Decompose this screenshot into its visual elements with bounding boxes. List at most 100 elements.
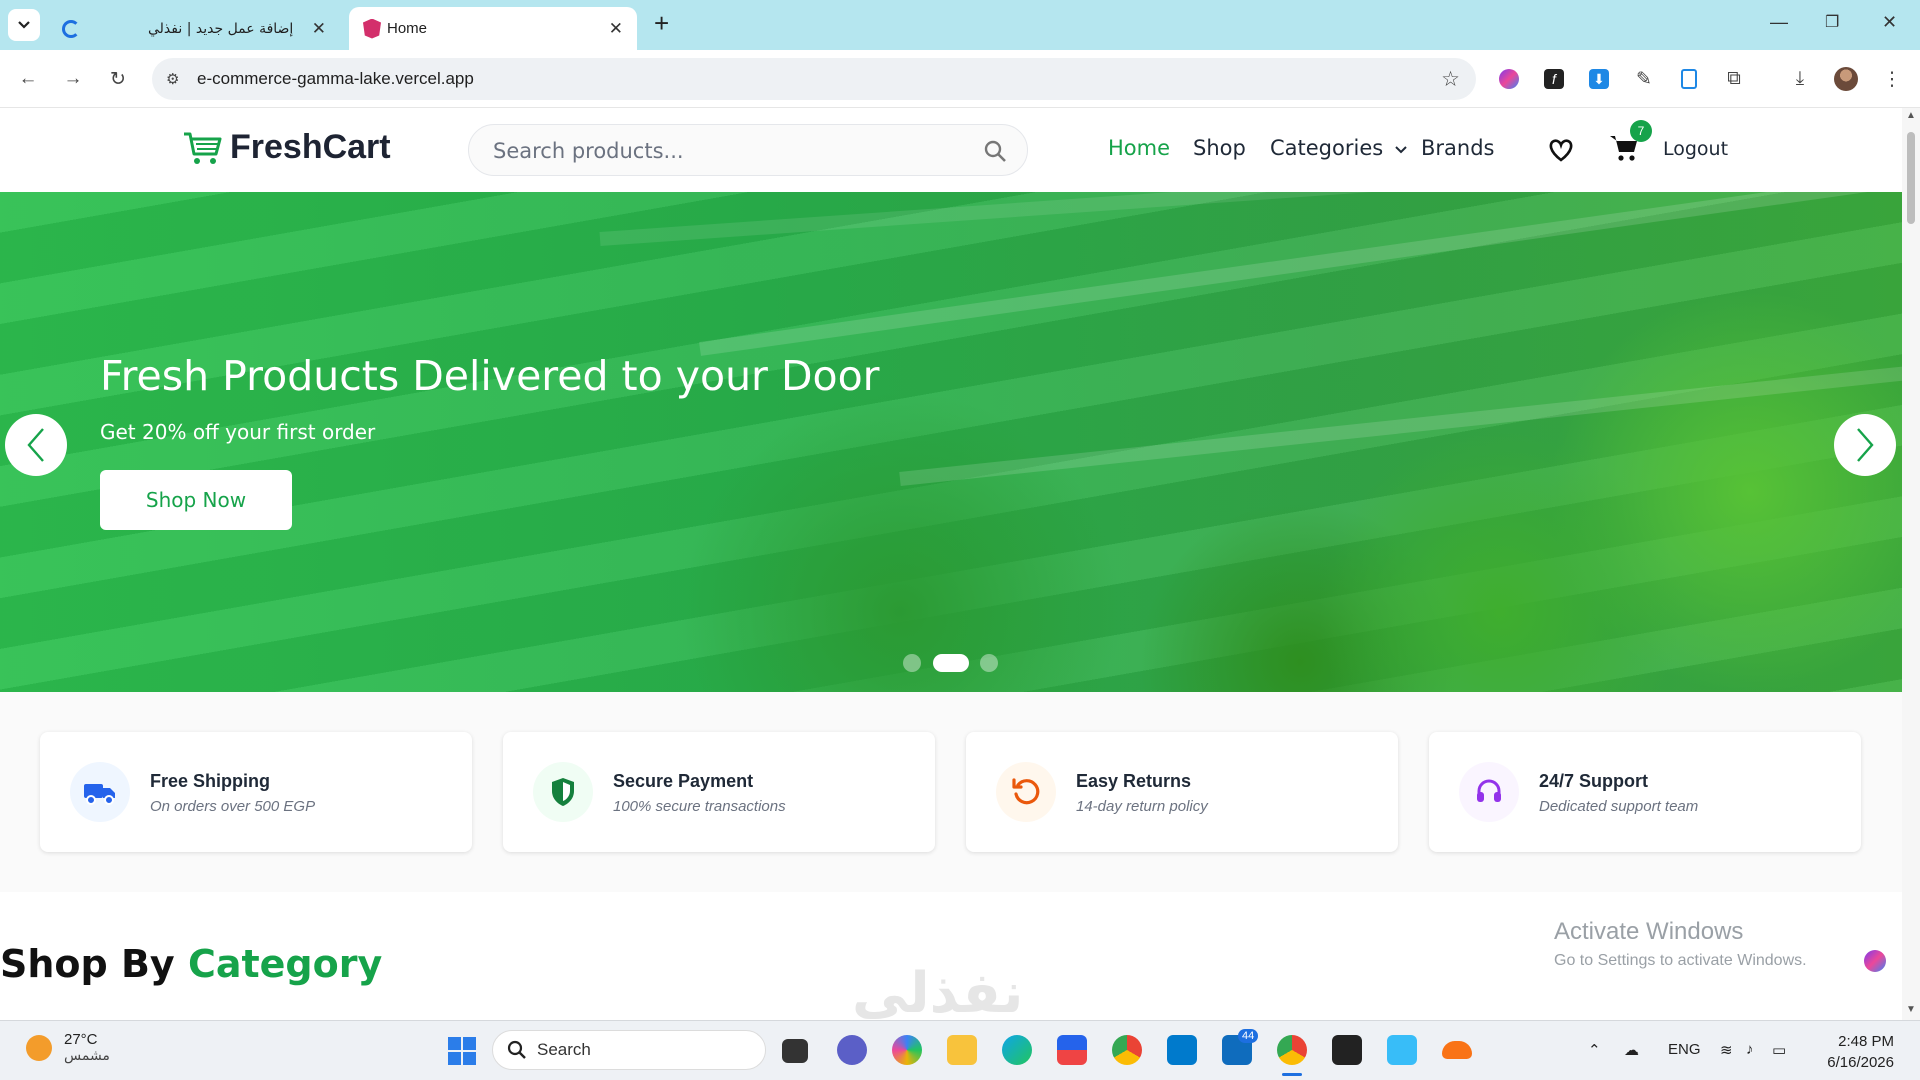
activate-title: Activate Windows xyxy=(1554,918,1744,945)
product-search[interactable] xyxy=(468,124,1028,176)
download-icon[interactable]: ⤓ xyxy=(1788,67,1812,91)
windows-taskbar: 27°C مشمس Search 44 ⌃ ☁ ENG ≋ ♪ ▭ 2:48 P… xyxy=(0,1020,1920,1080)
eyedropper-extension-icon[interactable]: ✎ xyxy=(1632,67,1656,91)
hero-background-shelf xyxy=(899,357,1902,486)
nav-categories-label: Categories xyxy=(1270,136,1384,160)
minimize-icon[interactable]: — xyxy=(1770,12,1788,33)
language-indicator[interactable]: ENG xyxy=(1668,1041,1701,1058)
network-status-icon[interactable]: ☁ xyxy=(1624,1041,1639,1059)
tab-title: إضافة عمل جديد | نفذلي xyxy=(148,20,294,37)
store-icon[interactable] xyxy=(1057,1035,1087,1065)
wifi-icon[interactable]: ≋ xyxy=(1720,1041,1733,1059)
search-icon[interactable] xyxy=(983,139,1007,163)
back-icon[interactable]: ← xyxy=(16,67,40,91)
carousel-dot[interactable] xyxy=(980,654,998,672)
logout-link[interactable]: Logout xyxy=(1663,138,1728,160)
copilot-icon[interactable] xyxy=(892,1035,922,1065)
close-tab-icon[interactable]: ✕ xyxy=(609,19,623,39)
chrome-icon[interactable] xyxy=(1112,1035,1142,1065)
shopping-cart-logo-icon xyxy=(184,132,222,164)
nav-brands[interactable]: Brands xyxy=(1421,136,1495,160)
page-scrollbar[interactable]: ▲ ▼ xyxy=(1902,108,1920,1020)
feature-title: Secure Payment xyxy=(613,771,754,791)
feature-card-shipping: Free Shipping On orders over 500 EGP xyxy=(40,732,472,852)
extensions-puzzle-icon[interactable]: ⧉ xyxy=(1722,67,1746,91)
site-info-icon[interactable]: ⚙ xyxy=(166,70,179,88)
chevron-left-icon xyxy=(27,428,44,462)
control-panel-icon[interactable] xyxy=(1387,1035,1417,1065)
feature-card-returns: Easy Returns 14-day return policy xyxy=(966,732,1398,852)
shield-icon xyxy=(533,762,593,822)
close-window-icon[interactable]: ✕ xyxy=(1882,12,1897,33)
headset-icon xyxy=(1459,762,1519,822)
new-tab-button[interactable]: + xyxy=(654,8,669,39)
font-extension-icon[interactable]: f xyxy=(1542,67,1566,91)
carousel-next-button[interactable] xyxy=(1834,414,1896,476)
tab-nafzly[interactable]: إضافة عمل جديد | نفذلي ✕ xyxy=(50,7,340,50)
edge-icon[interactable] xyxy=(1002,1035,1032,1065)
carousel-prev-button[interactable] xyxy=(5,414,67,476)
address-bar[interactable]: ⚙ e-commerce-gamma-lake.vercel.app ☆ xyxy=(152,58,1476,100)
hero-title: Fresh Products Delivered to your Door xyxy=(100,352,880,400)
scrollbar-thumb[interactable] xyxy=(1907,132,1915,224)
carousel-dot-active[interactable] xyxy=(933,654,969,672)
nav-home[interactable]: Home xyxy=(1108,136,1170,160)
tab-list-button[interactable] xyxy=(8,9,40,41)
nav-categories[interactable]: Categories xyxy=(1270,136,1408,160)
weather-widget[interactable]: 27°C مشمس xyxy=(26,1031,110,1064)
chrome-active-icon[interactable] xyxy=(1277,1035,1307,1065)
show-hidden-icons[interactable]: ⌃ xyxy=(1588,1041,1601,1059)
battery-icon[interactable]: ▭ xyxy=(1772,1041,1786,1059)
sun-icon xyxy=(26,1034,52,1061)
restore-icon[interactable]: ❐ xyxy=(1825,12,1839,32)
brand-name: FreshCart xyxy=(230,128,391,166)
teams-icon[interactable] xyxy=(837,1035,867,1065)
weather-condition: مشمس xyxy=(64,1048,110,1064)
onedrive-icon[interactable] xyxy=(1442,1041,1472,1059)
copilot-floating-icon[interactable] xyxy=(1864,950,1886,972)
clock-time: 2:48 PM xyxy=(1838,1033,1894,1050)
terminal-icon[interactable] xyxy=(1332,1035,1362,1065)
search-icon xyxy=(507,1040,526,1059)
nav-shop[interactable]: Shop xyxy=(1193,136,1246,160)
profile-avatar[interactable] xyxy=(1834,67,1858,91)
task-view-icon[interactable] xyxy=(782,1039,808,1063)
chevron-down-icon xyxy=(1395,146,1407,154)
file-explorer-icon[interactable] xyxy=(947,1035,977,1065)
feature-title: Free Shipping xyxy=(150,771,271,791)
browser-toolbar: ← → ↻ ⚙ e-commerce-gamma-lake.vercel.app… xyxy=(0,50,1920,108)
cart-count-badge: 7 xyxy=(1630,120,1652,142)
close-tab-icon[interactable]: ✕ xyxy=(312,19,326,39)
system-clock[interactable]: 2:48 PM 6/16/2026 xyxy=(1827,1031,1894,1073)
copilot-extension-icon[interactable] xyxy=(1497,67,1521,91)
forward-icon[interactable]: → xyxy=(61,67,85,91)
taskbar-search-label: Search xyxy=(537,1040,591,1059)
brand-logo[interactable]: FreshCart xyxy=(182,128,391,167)
carousel-dot[interactable] xyxy=(903,654,921,672)
hero-subtitle: Get 20% off your first order xyxy=(100,420,376,444)
scroll-up-icon[interactable]: ▲ xyxy=(1906,110,1916,121)
vscode-icon[interactable] xyxy=(1167,1035,1197,1065)
shop-now-button[interactable]: Shop Now xyxy=(100,470,292,530)
taskbar-search[interactable]: Search xyxy=(492,1030,766,1070)
site-header: FreshCart Home Shop Categories Brands 7 … xyxy=(0,108,1920,192)
reload-icon[interactable]: ↻ xyxy=(106,67,130,91)
wishlist-heart-icon[interactable] xyxy=(1547,137,1575,163)
scroll-down-icon[interactable]: ▼ xyxy=(1906,1004,1916,1015)
active-app-indicator xyxy=(1282,1073,1302,1076)
weather-temp: 27°C xyxy=(64,1031,98,1048)
tab-title: Home xyxy=(387,20,428,37)
download-extension-icon[interactable]: ⬇ xyxy=(1587,67,1611,91)
tab-home[interactable]: Home ✕ xyxy=(349,7,637,50)
search-input[interactable] xyxy=(493,137,953,165)
teams-notification-badge: 44 xyxy=(1238,1029,1259,1043)
clipboard-extension-icon[interactable] xyxy=(1677,67,1701,91)
url-text[interactable]: e-commerce-gamma-lake.vercel.app xyxy=(197,69,474,89)
feature-subtitle: 100% secure transactions xyxy=(613,798,786,815)
star-icon[interactable]: ☆ xyxy=(1441,67,1460,92)
feature-title: Easy Returns xyxy=(1076,771,1192,791)
menu-icon[interactable]: ⋮ xyxy=(1880,67,1904,91)
volume-icon[interactable]: ♪ xyxy=(1746,1041,1754,1058)
windows-start-icon[interactable] xyxy=(448,1037,476,1065)
angular-favicon-icon xyxy=(363,18,381,39)
